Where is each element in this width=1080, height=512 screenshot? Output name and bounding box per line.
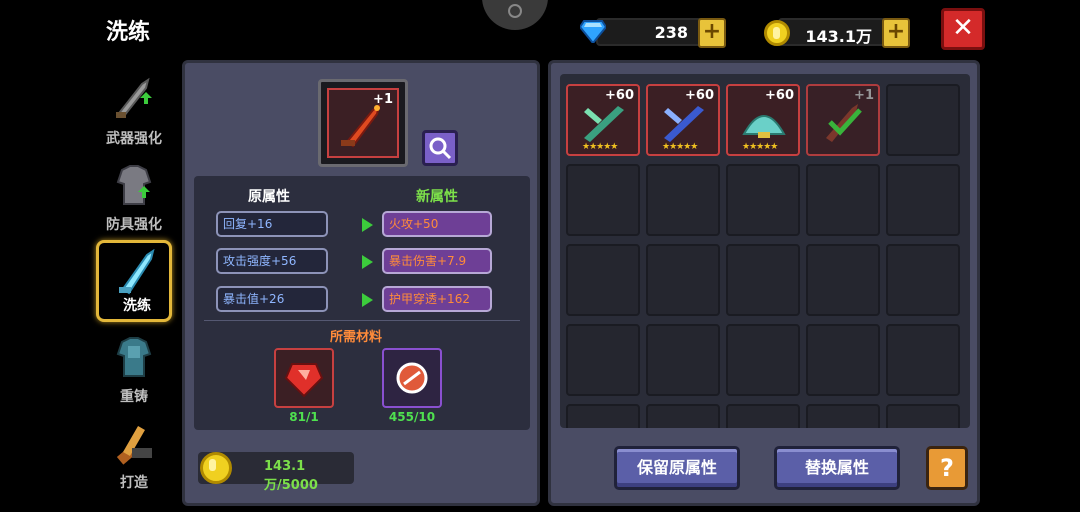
- diamond-icon: [580, 20, 606, 43]
- green-crossbow-icon: [584, 106, 624, 142]
- empty-slot[interactable]: [806, 324, 880, 396]
- inventory-item[interactable]: +60 ★★★★★: [566, 84, 640, 156]
- material-slot-2[interactable]: [382, 348, 442, 408]
- replace-attributes-button[interactable]: 替换属性: [774, 446, 900, 490]
- empty-slot[interactable]: [566, 164, 640, 236]
- item-plus-level: +60: [685, 88, 714, 103]
- old-attr-1: 回复+16: [216, 211, 328, 237]
- empty-slot[interactable]: [726, 164, 800, 236]
- red-gem-icon: [284, 363, 324, 398]
- materials-header: 所需材料: [330, 330, 383, 345]
- magnifier-icon: [429, 137, 452, 160]
- material-slot-1[interactable]: [274, 348, 334, 408]
- new-attr-2: 暴击伤害+7.9: [382, 248, 492, 274]
- empty-slot[interactable]: [806, 164, 880, 236]
- empty-slot[interactable]: [726, 244, 800, 316]
- material-count-2: 455/10: [388, 410, 436, 424]
- item-stars: ★★★★★: [582, 142, 618, 152]
- nav-refine[interactable]: 洗练: [96, 240, 172, 322]
- inventory-grid[interactable]: +60 ★★★★★ +60 ★★★★★ +60 ★★★★★ +1: [560, 74, 970, 428]
- material-count-1: 81/1: [289, 410, 319, 424]
- nav-craft[interactable]: 打造: [96, 414, 172, 496]
- armor-upgrade-icon: [116, 165, 152, 205]
- arrow-right-icon: [362, 218, 373, 232]
- flame-sword-icon: [826, 104, 862, 142]
- blue-crossbow-icon: [664, 106, 704, 142]
- add-gems-button[interactable]: +: [698, 18, 726, 48]
- item-plus-level: +1: [854, 88, 874, 103]
- old-attr-2: 攻击强度+56: [216, 248, 328, 274]
- selected-item-frame[interactable]: +1: [318, 79, 408, 167]
- inventory-item-selected[interactable]: +1: [806, 84, 880, 156]
- nav-weapon-upgrade[interactable]: 武器强化: [96, 70, 172, 152]
- gold-count: 143.1万: [805, 27, 872, 46]
- empty-slot[interactable]: [886, 244, 960, 316]
- sword-upgrade-icon: [116, 77, 152, 118]
- nav-label: 重铸: [120, 389, 148, 405]
- new-attr-1: 火攻+50: [382, 211, 492, 237]
- hammer-craft-icon: [116, 426, 152, 465]
- item-plus-level: +60: [765, 88, 794, 103]
- nav-label: 洗练: [123, 298, 151, 314]
- old-attr-header: 原属性: [248, 189, 290, 205]
- page-title: 洗练: [106, 20, 151, 45]
- empty-slot[interactable]: [726, 404, 800, 428]
- empty-slot[interactable]: [566, 244, 640, 316]
- nav-label: 武器强化: [106, 131, 162, 147]
- empty-slot[interactable]: [806, 244, 880, 316]
- add-gold-button[interactable]: +: [882, 18, 910, 48]
- empty-slot[interactable]: [646, 324, 720, 396]
- teal-shell-icon: [742, 115, 786, 138]
- old-attr-3: 暴击值+26: [216, 286, 328, 312]
- new-attr-3: 护甲穿透+162: [382, 286, 492, 312]
- cost-value: 143.1万/5000: [264, 459, 318, 493]
- scroll-orb-icon: [396, 362, 428, 394]
- gold-coin-icon: [200, 452, 232, 484]
- help-button[interactable]: ?: [926, 446, 968, 490]
- inspect-button[interactable]: [422, 130, 458, 166]
- armor-reforge-icon: [116, 337, 152, 377]
- empty-slot[interactable]: [886, 404, 960, 428]
- gem-counter: 238 +: [596, 18, 726, 48]
- camera-notch: [482, 0, 548, 30]
- empty-slot[interactable]: [646, 164, 720, 236]
- item-plus-level: +1: [373, 92, 393, 107]
- nav-label: 防具强化: [106, 217, 162, 233]
- empty-slot[interactable]: [646, 244, 720, 316]
- item-stars: ★★★★★: [662, 142, 698, 152]
- empty-slot[interactable]: [646, 404, 720, 428]
- arrow-right-icon: [362, 293, 373, 307]
- empty-slot[interactable]: [886, 164, 960, 236]
- empty-slot[interactable]: [806, 404, 880, 428]
- inventory-item[interactable]: +60 ★★★★★: [726, 84, 800, 156]
- arrow-right-icon: [362, 255, 373, 269]
- empty-slot[interactable]: [886, 84, 960, 156]
- empty-slot[interactable]: [566, 404, 640, 428]
- empty-slot[interactable]: [886, 324, 960, 396]
- keep-original-button[interactable]: 保留原属性: [614, 446, 740, 490]
- item-stars: ★★★★★: [742, 142, 778, 152]
- nav-reforge[interactable]: 重铸: [96, 328, 172, 410]
- empty-slot[interactable]: [726, 324, 800, 396]
- nav-armor-upgrade[interactable]: 防具强化: [96, 156, 172, 238]
- divider: [204, 320, 520, 321]
- gem-count: 238: [654, 23, 688, 42]
- empty-slot[interactable]: [566, 324, 640, 396]
- inventory-item[interactable]: +60 ★★★★★: [646, 84, 720, 156]
- crystal-sword-icon: [119, 249, 155, 295]
- item-plus-level: +60: [605, 88, 634, 103]
- nav-label: 打造: [120, 475, 148, 491]
- new-attr-header: 新属性: [416, 189, 458, 205]
- close-button[interactable]: ✕: [941, 8, 985, 50]
- gold-counter: 143.1万 +: [778, 18, 910, 48]
- gold-coin-icon: [764, 20, 790, 46]
